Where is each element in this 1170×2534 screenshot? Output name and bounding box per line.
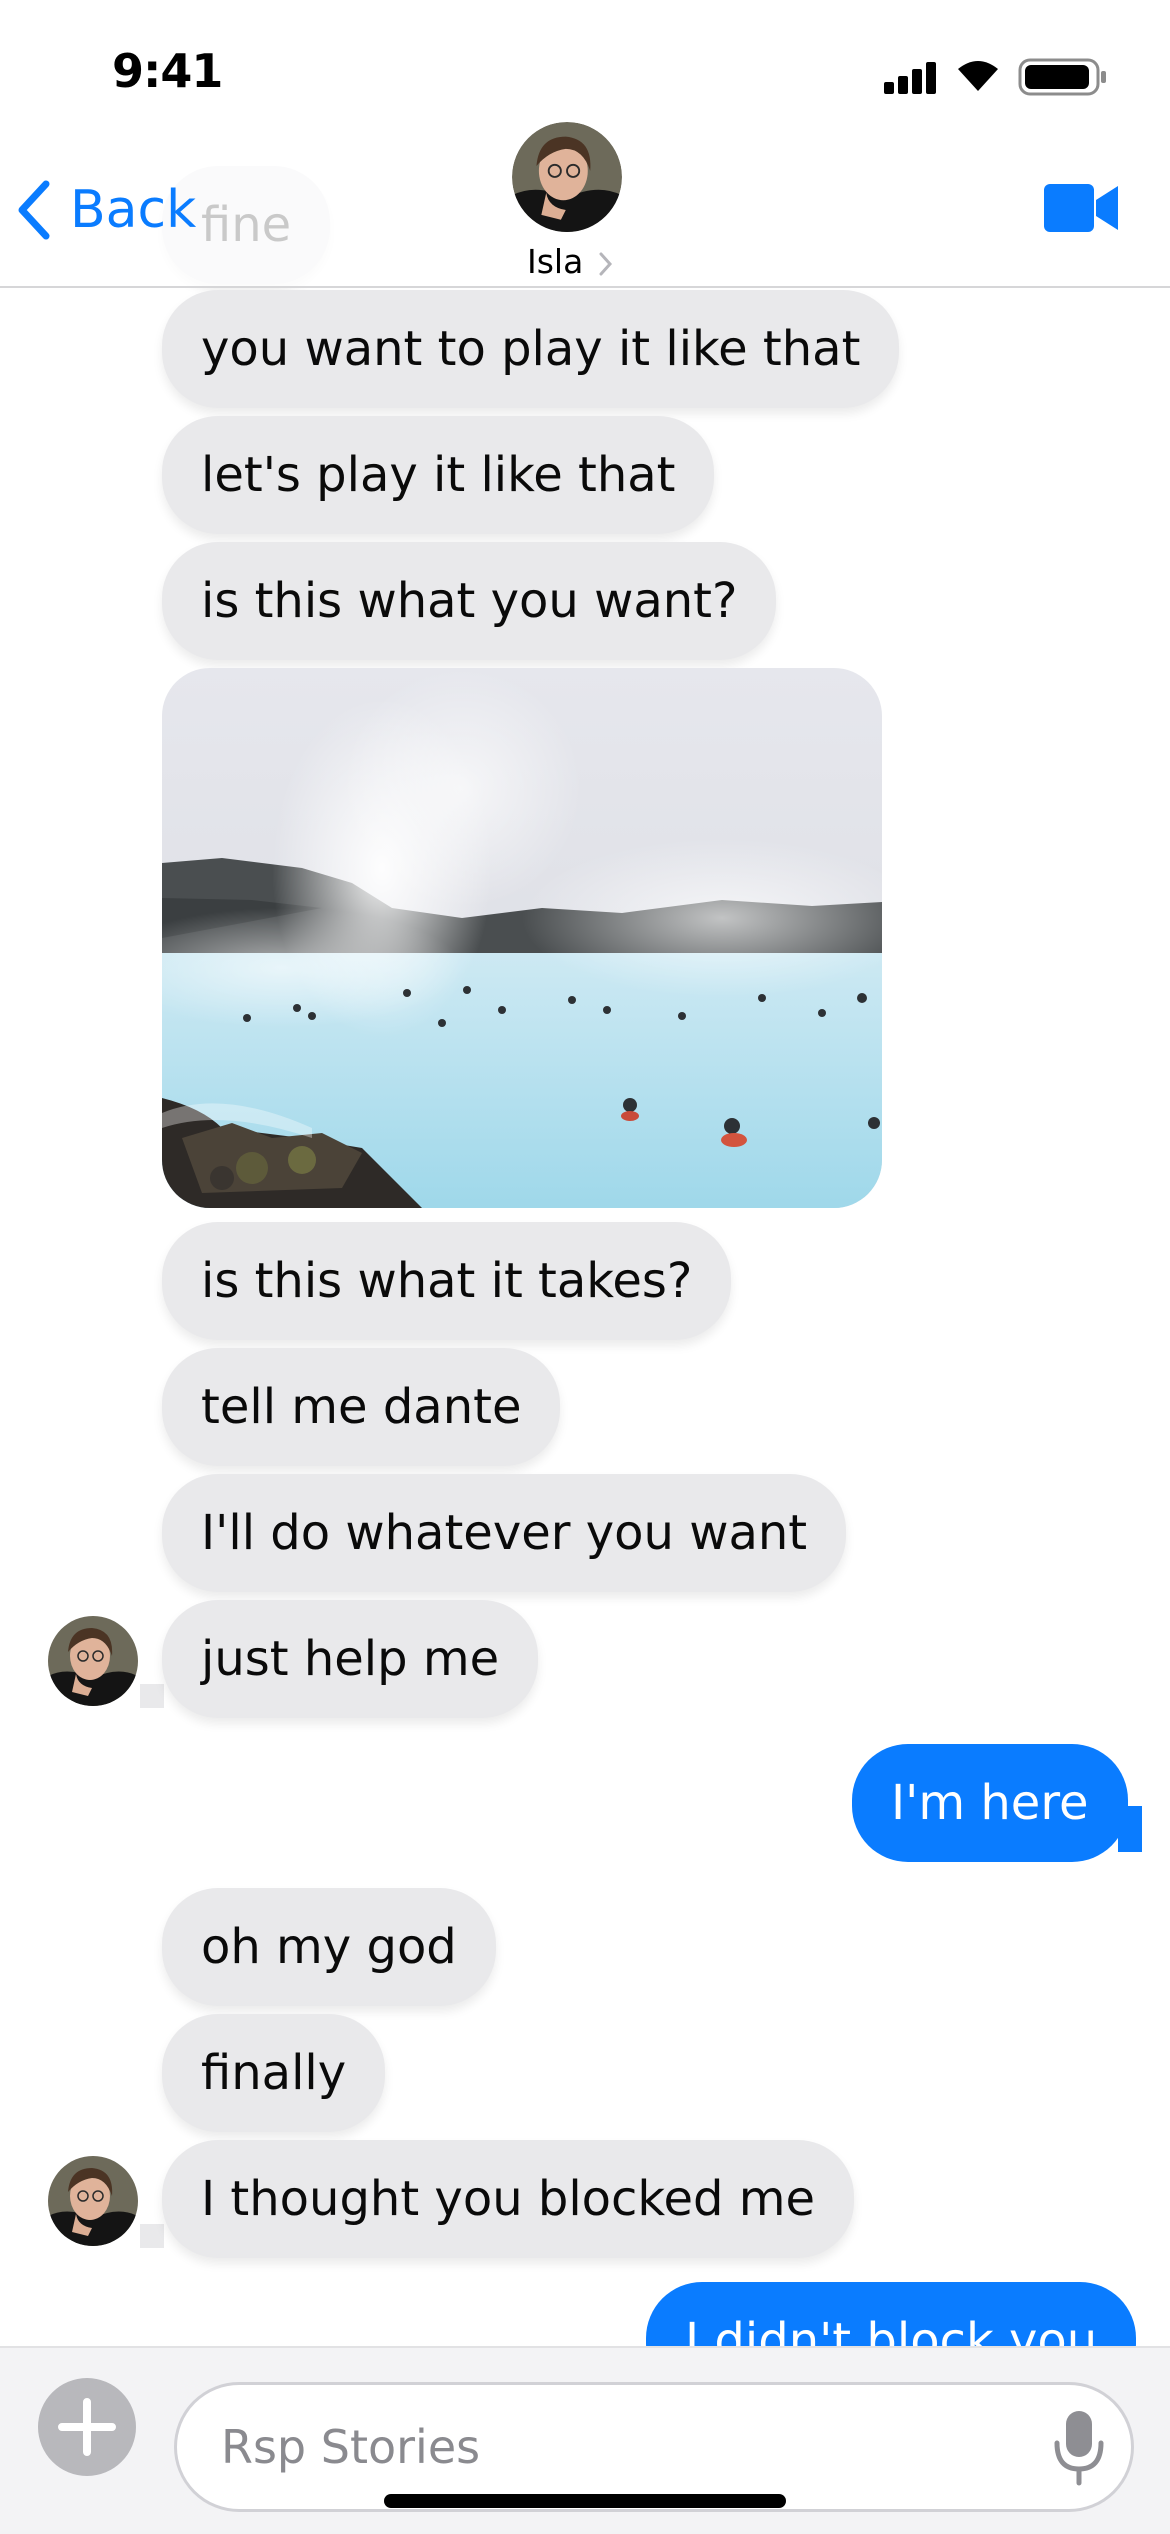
avatar-photo <box>48 1616 138 1706</box>
home-indicator <box>384 2494 786 2508</box>
back-chevron-icon <box>18 180 50 240</box>
incoming-message[interactable]: let's play it like that <box>162 416 715 534</box>
message-text: tell me dante <box>201 1379 522 1435</box>
avatar-photo <box>512 122 622 232</box>
battery-icon <box>1018 58 1106 96</box>
message-input[interactable]: Rsp Stories <box>174 2382 1134 2512</box>
message-text: you want to play it like that <box>201 321 861 377</box>
wifi-icon <box>958 61 998 91</box>
incoming-message[interactable]: is this what it takes? <box>162 1222 732 1340</box>
message-text: I'll do whatever you want <box>201 1505 808 1561</box>
plus-icon <box>58 2398 116 2456</box>
sender-avatar[interactable] <box>48 1616 138 1706</box>
incoming-message[interactable]: is this what you want? <box>162 542 777 660</box>
incoming-message[interactable]: I'll do whatever you want <box>162 1474 847 1592</box>
hot-spring-photo <box>162 668 882 1208</box>
microphone-icon[interactable] <box>1049 2407 1109 2487</box>
message-text: let's play it like that <box>201 447 676 503</box>
photo-message[interactable] <box>162 668 882 1208</box>
bubble-tail <box>140 1684 164 1708</box>
message-text: finally <box>201 2045 347 2101</box>
incoming-message[interactable]: I thought you blocked me <box>162 2140 855 2258</box>
contact-avatar[interactable] <box>512 122 622 232</box>
contact-name: Isla <box>527 242 584 281</box>
incoming-message[interactable]: finally <box>162 2014 386 2132</box>
message-text: is this what it takes? <box>201 1253 693 1309</box>
attach-button[interactable] <box>38 2378 136 2476</box>
bubble-tail <box>140 2224 164 2248</box>
status-time: 9:41 <box>112 44 223 98</box>
outgoing-message[interactable]: I'm here <box>852 1744 1128 1862</box>
bubble-tail <box>1118 1806 1142 1852</box>
contact-name-button[interactable]: Isla <box>527 242 614 282</box>
sender-avatar[interactable] <box>48 2156 138 2246</box>
nav-divider <box>0 286 1170 288</box>
back-button[interactable]: Back <box>12 178 196 242</box>
message-text: just help me <box>201 1631 500 1687</box>
cellular-signal-icon <box>884 60 936 94</box>
avatar-photo <box>48 2156 138 2246</box>
incoming-message[interactable]: tell me dante <box>162 1348 561 1466</box>
message-text: is this what you want? <box>201 573 738 629</box>
incoming-message[interactable]: just help me <box>162 1600 539 1718</box>
chevron-right-icon <box>599 252 612 276</box>
message-text: I'm here <box>891 1775 1089 1831</box>
video-camera-icon[interactable] <box>1044 182 1120 234</box>
message-text: oh my god <box>201 1919 457 1975</box>
back-label: Back <box>70 180 197 240</box>
input-placeholder: Rsp Stories <box>221 2420 481 2474</box>
incoming-message[interactable]: oh my god <box>162 1888 496 2006</box>
message-text: I thought you blocked me <box>201 2171 816 2227</box>
incoming-message[interactable]: you want to play it like that <box>162 290 900 408</box>
